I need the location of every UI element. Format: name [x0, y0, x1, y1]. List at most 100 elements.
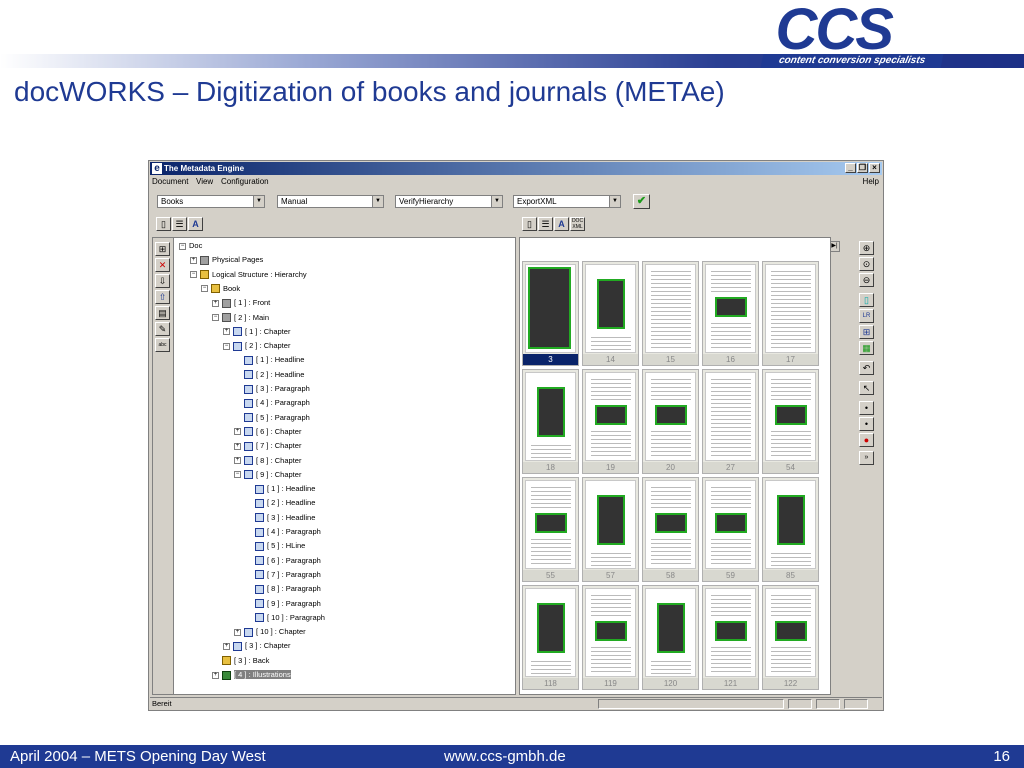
- collapse-icon[interactable]: −: [201, 285, 208, 293]
- page-thumbnail[interactable]: 3: [522, 261, 579, 366]
- tree-node[interactable]: − Book: [201, 283, 240, 295]
- illustration-region[interactable]: [595, 405, 627, 425]
- tree-node[interactable]: [ 2 ] : Headline: [234, 369, 304, 381]
- grid-4-icon[interactable]: ⊞: [859, 325, 874, 339]
- expand-icon[interactable]: +: [234, 628, 241, 636]
- illustration-region[interactable]: [528, 267, 571, 349]
- tree-node[interactable]: [ 3 ] : Back: [212, 655, 269, 667]
- delete-node-icon[interactable]: ✕: [155, 258, 170, 272]
- illustration-region[interactable]: [537, 387, 565, 437]
- text-view-icon[interactable]: A: [188, 217, 203, 231]
- pointer-icon[interactable]: ↖: [859, 381, 874, 395]
- tree-node[interactable]: − Doc: [179, 240, 202, 252]
- page-thumbnail[interactable]: 55: [522, 477, 579, 582]
- page-thumbnail[interactable]: 14: [582, 261, 639, 366]
- page-thumbnail[interactable]: 119: [582, 585, 639, 690]
- collapse-icon[interactable]: −: [234, 471, 241, 479]
- tree-node[interactable]: [ 8 ] : Paragraph: [245, 583, 321, 595]
- dot-tool-icon[interactable]: •: [859, 401, 874, 415]
- text-icon[interactable]: abc: [155, 338, 170, 352]
- tree-node[interactable]: [ 3 ] : Headline: [245, 512, 315, 524]
- two-page-icon[interactable]: LR: [859, 309, 874, 323]
- tree-node[interactable]: + [ 1 ] : Front: [212, 297, 270, 309]
- export-select[interactable]: ExportXML ▼: [513, 195, 621, 208]
- page-thumbnail[interactable]: 59: [702, 477, 759, 582]
- zoom-in-icon[interactable]: ⊕: [859, 241, 874, 255]
- page-thumbnail[interactable]: 54: [762, 369, 819, 474]
- chevron-down-icon[interactable]: ▼: [372, 196, 383, 207]
- page-thumbnail[interactable]: 18: [522, 369, 579, 474]
- page-thumbnail[interactable]: 17: [762, 261, 819, 366]
- illustration-region[interactable]: [595, 621, 627, 641]
- restore-icon[interactable]: ❐: [857, 163, 868, 173]
- color-icon[interactable]: ●: [859, 433, 874, 447]
- properties-icon[interactable]: ▤: [155, 306, 170, 320]
- expand-icon[interactable]: +: [223, 642, 230, 650]
- page-thumbnail[interactable]: 27: [702, 369, 759, 474]
- tree-node[interactable]: + [ 7 ] : Chapter: [234, 440, 301, 452]
- collapse-icon[interactable]: −: [212, 314, 219, 322]
- chevron-down-icon[interactable]: ▼: [491, 196, 502, 207]
- chevron-down-icon[interactable]: ▼: [253, 196, 264, 207]
- page-thumbnail[interactable]: 20: [642, 369, 699, 474]
- tree-node[interactable]: [ 5 ] : HLine: [245, 540, 305, 552]
- tree-node[interactable]: [ 10 ] : Paragraph: [245, 612, 325, 624]
- menu-document[interactable]: Document: [152, 176, 188, 188]
- insert-node-icon[interactable]: ⊞: [155, 242, 170, 256]
- undo-icon[interactable]: ↶: [859, 361, 874, 375]
- tree-node[interactable]: + [ 6 ] : Chapter: [234, 426, 301, 438]
- tree-node[interactable]: [ 4 ] : Paragraph: [234, 397, 310, 409]
- tree-node[interactable]: + Physical Pages: [190, 254, 263, 266]
- page-thumbnail[interactable]: 57: [582, 477, 639, 582]
- page-thumbnail[interactable]: 19: [582, 369, 639, 474]
- chevron-down-icon[interactable]: ▼: [609, 196, 620, 207]
- more-icon[interactable]: »: [859, 451, 874, 465]
- tree-node[interactable]: − [ 9 ] : Chapter: [234, 469, 301, 481]
- text-view-icon-2[interactable]: A: [554, 217, 569, 231]
- expand-icon[interactable]: +: [234, 442, 241, 450]
- tree-node[interactable]: [ 4 ] : Paragraph: [245, 526, 321, 538]
- illustration-region[interactable]: [775, 621, 807, 641]
- collapse-icon[interactable]: −: [179, 242, 186, 250]
- illustration-region[interactable]: [775, 405, 807, 425]
- expand-icon[interactable]: +: [212, 299, 219, 307]
- tree-node[interactable]: [ 7 ] : Paragraph: [245, 569, 321, 581]
- page-thumbnail[interactable]: 122: [762, 585, 819, 690]
- collection-select[interactable]: Books ▼: [157, 195, 265, 208]
- page-thumbnail[interactable]: 121: [702, 585, 759, 690]
- page-thumbnail[interactable]: 85: [762, 477, 819, 582]
- tree-node[interactable]: − Logical Structure : Hierarchy: [190, 269, 307, 281]
- mode-select[interactable]: Manual ▼: [277, 195, 384, 208]
- page-view-icon[interactable]: ▯: [522, 217, 537, 231]
- edit-icon[interactable]: ✎: [155, 322, 170, 336]
- page-thumbnail[interactable]: 58: [642, 477, 699, 582]
- page-thumbnail[interactable]: 15: [642, 261, 699, 366]
- doc-xml-icon[interactable]: DOC XML: [570, 217, 585, 231]
- illustration-region[interactable]: [535, 513, 567, 533]
- tree-node[interactable]: [ 5 ] : Paragraph: [234, 412, 310, 424]
- illustration-region[interactable]: [537, 603, 565, 653]
- tree-node[interactable]: [ 3 ] : Paragraph: [234, 383, 310, 395]
- tree-node[interactable]: [ 1 ] : Headline: [245, 483, 315, 495]
- tree-node[interactable]: + [ 4 ] : Illustrations: [212, 669, 291, 681]
- close-icon[interactable]: ×: [869, 163, 880, 173]
- tree-view-icon[interactable]: ☰: [172, 217, 187, 231]
- page-thumbnail[interactable]: 120: [642, 585, 699, 690]
- tree-node[interactable]: − [ 2 ] : Chapter: [223, 340, 290, 352]
- menu-view[interactable]: View: [196, 176, 213, 188]
- tree-node[interactable]: [ 1 ] : Headline: [234, 354, 304, 366]
- expand-icon[interactable]: +: [234, 457, 241, 465]
- expand-icon[interactable]: +: [212, 671, 219, 679]
- expand-icon[interactable]: +: [190, 256, 197, 264]
- dot-tool-2-icon[interactable]: •: [859, 417, 874, 431]
- apply-check-button[interactable]: ✔: [633, 194, 650, 209]
- illustration-region[interactable]: [777, 495, 805, 545]
- page-thumbnail[interactable]: 16: [702, 261, 759, 366]
- structure-view-icon[interactable]: ☰: [538, 217, 553, 231]
- illustration-region[interactable]: [655, 405, 687, 425]
- single-page-icon[interactable]: ▯: [859, 293, 874, 307]
- tree-node[interactable]: + [ 1 ] : Chapter: [223, 326, 290, 338]
- illustration-region[interactable]: [597, 279, 625, 329]
- collapse-icon[interactable]: −: [223, 342, 230, 350]
- new-doc-icon[interactable]: ▯: [156, 217, 171, 231]
